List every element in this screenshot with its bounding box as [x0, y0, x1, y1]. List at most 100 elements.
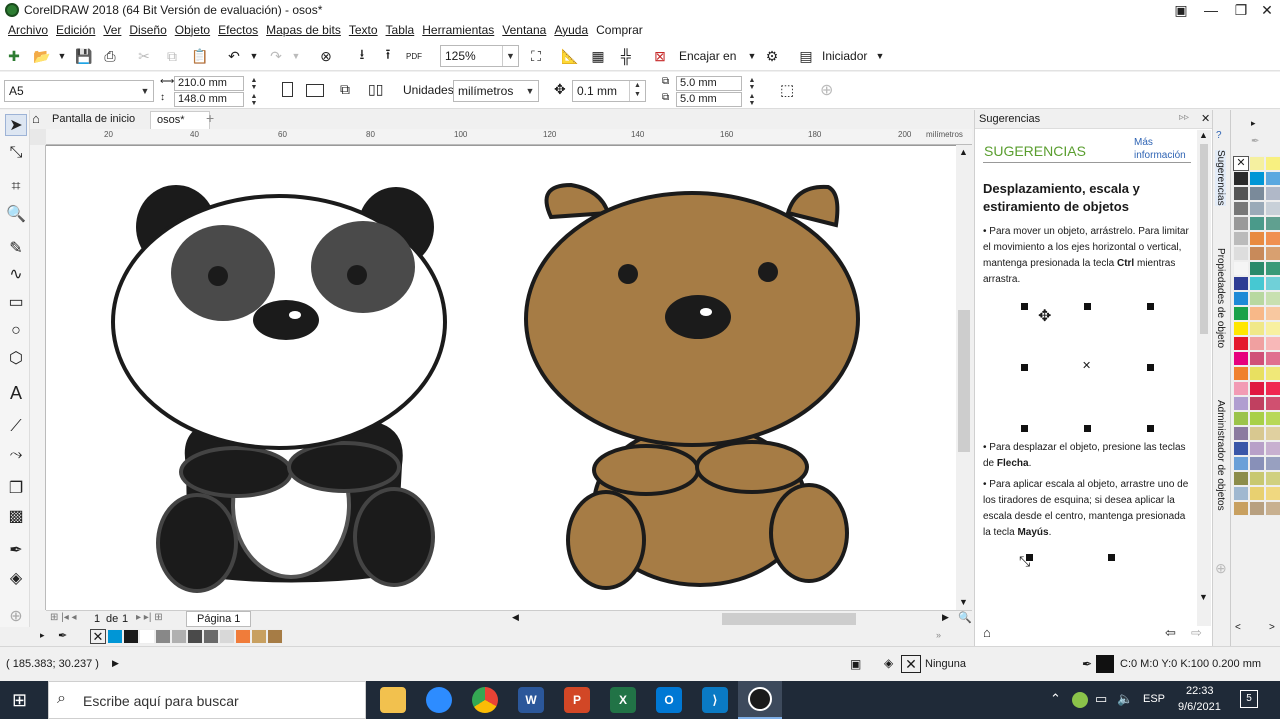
color-swatch[interactable] [1249, 366, 1265, 381]
color-swatch[interactable] [1265, 396, 1280, 411]
palette-right-icon[interactable]: > [1269, 622, 1275, 633]
launcher-dropdown-icon[interactable]: ▼ [870, 46, 890, 66]
add-docker-icon[interactable]: ⊕ [1215, 560, 1227, 577]
vertical-scrollbar[interactable]: ▲ ▼ [956, 145, 972, 610]
full-screen-icon[interactable]: ⛶ [526, 46, 546, 66]
minimize-button[interactable]: — [1196, 0, 1226, 20]
no-color-swatch[interactable]: ✕ [90, 629, 106, 644]
word-icon[interactable]: W [518, 687, 544, 713]
show-guidelines-icon[interactable]: ╬ [616, 46, 636, 66]
export-icon[interactable]: ⭱ [378, 46, 398, 66]
color-swatch[interactable] [1233, 396, 1249, 411]
launcher-icon[interactable]: ▤ [796, 46, 816, 66]
outlook-icon[interactable]: O [656, 687, 682, 713]
tab-osos[interactable]: osos* [150, 111, 210, 129]
ruler-origin[interactable] [30, 129, 46, 145]
fill-bucket-icon[interactable]: ◈ [884, 656, 893, 670]
color-swatch[interactable] [1265, 441, 1280, 456]
color-swatch[interactable] [1265, 321, 1280, 336]
tray-app-icon[interactable] [1072, 692, 1088, 708]
menu-ver[interactable]: Ver [103, 20, 121, 40]
scroll-down-icon[interactable]: ▼ [959, 597, 968, 607]
color-swatch[interactable] [1265, 156, 1280, 171]
help-window-icon[interactable]: ▣ [1166, 0, 1196, 20]
network-icon[interactable]: ▭ [1095, 691, 1107, 707]
publish-pdf-icon[interactable]: PDF [404, 46, 424, 66]
search-content-icon[interactable]: ⊗ [316, 46, 336, 66]
color-swatch[interactable] [1233, 441, 1249, 456]
shape-tool-icon[interactable]: ⤡ [5, 142, 27, 164]
language-indicator[interactable]: ESP [1143, 693, 1165, 705]
color-swatch[interactable] [1249, 426, 1265, 441]
clock-time[interactable]: 22:33 [1186, 685, 1214, 697]
taskbar-search-box[interactable]: ⌕ Escribe aquí para buscar [48, 681, 366, 719]
document-color-swatch[interactable] [219, 629, 235, 644]
palette-left-icon[interactable]: < [1235, 622, 1241, 633]
color-swatch[interactable] [1249, 321, 1265, 336]
menu-efectos[interactable]: Efectos [218, 20, 258, 40]
side-tab-sugerencias[interactable]: Sugerencias [1215, 150, 1226, 206]
color-swatch[interactable] [1249, 201, 1265, 216]
portrait-icon[interactable] [282, 82, 293, 97]
width-stepper[interactable]: ▲ ▼ [248, 77, 260, 91]
color-swatch[interactable] [1249, 351, 1265, 366]
no-color-swatch[interactable]: ✕ [1233, 156, 1249, 171]
page-tab[interactable]: Página 1 [186, 611, 252, 627]
eyedropper-icon[interactable]: ✒ [58, 629, 67, 642]
duplicate-y-field[interactable]: 5.0 mm [676, 92, 742, 107]
color-swatch[interactable] [1249, 396, 1265, 411]
scroll-up-icon[interactable]: ▲ [959, 147, 968, 157]
color-swatch[interactable] [1233, 381, 1249, 396]
document-color-swatch[interactable] [267, 629, 283, 644]
color-swatch[interactable] [1233, 216, 1249, 231]
copy-icon[interactable]: ⧉ [162, 46, 182, 66]
color-swatch[interactable] [1233, 336, 1249, 351]
color-swatch[interactable] [1265, 411, 1280, 426]
cut-icon[interactable]: ✂ [134, 46, 154, 66]
color-swatch[interactable] [1249, 171, 1265, 186]
color-swatch[interactable] [1249, 156, 1265, 171]
outline-color-swatch[interactable] [1096, 655, 1114, 673]
color-swatch[interactable] [1265, 186, 1280, 201]
color-swatch[interactable] [1265, 456, 1280, 471]
color-swatch[interactable] [1233, 426, 1249, 441]
vscode-icon[interactable]: ⟩ [702, 687, 728, 713]
docker-collapse-icon[interactable]: ▹▹ [1179, 112, 1189, 123]
pick-tool-icon[interactable]: ➤ [5, 114, 27, 136]
menu-objeto[interactable]: Objeto [175, 20, 210, 40]
zoom-tool-icon[interactable]: 🔍 [5, 204, 27, 226]
color-swatch[interactable] [1233, 351, 1249, 366]
undo-icon[interactable]: ↶ [224, 46, 244, 66]
color-swatch[interactable] [1265, 501, 1280, 516]
menu-comprar[interactable]: Comprar [596, 20, 643, 40]
menu-tabla[interactable]: Tabla [386, 20, 415, 40]
powerpoint-icon[interactable]: P [564, 687, 590, 713]
color-swatch[interactable] [1265, 291, 1280, 306]
color-swatch[interactable] [1233, 186, 1249, 201]
document-color-swatch[interactable] [235, 629, 251, 644]
palette-menu-icon[interactable]: ▸ [1251, 118, 1256, 129]
color-swatch[interactable] [1265, 471, 1280, 486]
color-swatch[interactable] [1249, 501, 1265, 516]
color-swatch[interactable] [1249, 441, 1265, 456]
menu-ayuda[interactable]: Ayuda [554, 20, 588, 40]
vertical-ruler[interactable] [30, 145, 46, 610]
units-select[interactable]: milímetros ▼ [453, 80, 539, 102]
ellipse-tool-icon[interactable]: ○ [5, 320, 27, 342]
tray-chevron-icon[interactable]: ⌃ [1050, 691, 1061, 707]
color-swatch[interactable] [1233, 201, 1249, 216]
color-swatch[interactable] [1265, 201, 1280, 216]
paste-icon[interactable]: 📋 [190, 46, 210, 66]
color-swatch[interactable] [1265, 366, 1280, 381]
color-swatch[interactable] [1249, 231, 1265, 246]
freehand-tool-icon[interactable]: ✎ [5, 238, 27, 260]
scroll-right-icon[interactable]: ▶ [942, 612, 949, 623]
color-swatch[interactable] [1233, 261, 1249, 276]
interactive-fill-icon[interactable]: ◈ [5, 568, 27, 590]
color-proof-icon[interactable]: ▣ [850, 657, 861, 671]
docker-scrollbar[interactable]: ▲ ▼ [1197, 130, 1211, 626]
height-stepper[interactable]: ▲ ▼ [248, 93, 260, 107]
outline-pen-icon[interactable]: ✒ [1082, 657, 1092, 671]
forward-arrow-icon[interactable]: ⇨ [1191, 625, 1202, 641]
crop-tool-icon[interactable]: ⌗ [5, 176, 27, 198]
